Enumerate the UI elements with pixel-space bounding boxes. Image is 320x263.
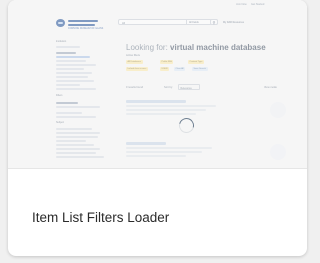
filter-chip[interactable]: Public IRA	[160, 60, 174, 64]
results-heading: Looking for: virtual machine database	[126, 43, 266, 52]
save-search-chip[interactable]: Save Search	[192, 67, 208, 71]
clear-all-chip[interactable]: Clear All	[174, 67, 186, 71]
sort-select[interactable]: Relevance	[178, 84, 200, 90]
faded-page-preview: Join Now Get Started CORNING MUSEUM OF G…	[8, 0, 307, 168]
screenshot-thumbnail: Join Now Get Started CORNING MUSEUM OF G…	[8, 0, 307, 168]
sort-label: Sort by:	[164, 86, 173, 89]
search-scope-select[interactable]: All Fields	[186, 19, 208, 25]
institution-select[interactable]: My DAR Resources	[222, 19, 260, 25]
site-logo[interactable]: CORNING MUSEUM OF GLASS	[56, 17, 104, 30]
sidebar: Institution Filters Subject	[56, 40, 114, 168]
search-button[interactable]: ⚲	[210, 19, 218, 25]
filter-chip[interactable]: Include free access	[126, 67, 148, 71]
sidebar-section-institution: Institution	[56, 40, 67, 43]
filter-chip[interactable]: Content Type	[188, 60, 204, 64]
top-link-join[interactable]: Join Now	[236, 3, 247, 6]
sidebar-section-subject: Subject	[56, 121, 64, 124]
result-thumbnail	[270, 144, 286, 160]
filter-chip[interactable]: USER	[160, 67, 170, 71]
divider	[8, 168, 307, 169]
results-toolbar: 0 results found Sort by: Relevance View …	[126, 84, 286, 92]
logo-mark-icon	[56, 19, 65, 27]
preview-card[interactable]: Join Now Get Started CORNING MUSEUM OF G…	[8, 0, 307, 256]
result-thumbnail	[270, 102, 286, 118]
result-item[interactable]	[126, 98, 286, 122]
filter-chip[interactable]: All Databases	[126, 60, 143, 64]
result-item[interactable]	[126, 140, 286, 164]
search-icon: ⚲	[212, 20, 216, 25]
results-count: 0 results found	[126, 86, 144, 89]
top-bar: Join Now Get Started	[8, 0, 307, 10]
logo-text: CORNING MUSEUM OF GLASS	[68, 27, 104, 30]
view-mode-label[interactable]: View mode	[264, 86, 277, 89]
card-caption: Item List Filters Loader	[32, 210, 170, 225]
top-link-start[interactable]: Get Started	[251, 3, 264, 6]
sidebar-section-filters: Filters	[56, 94, 63, 97]
active-filters-label: Active filters	[126, 54, 140, 57]
search-query: virtual machine database	[170, 43, 266, 52]
